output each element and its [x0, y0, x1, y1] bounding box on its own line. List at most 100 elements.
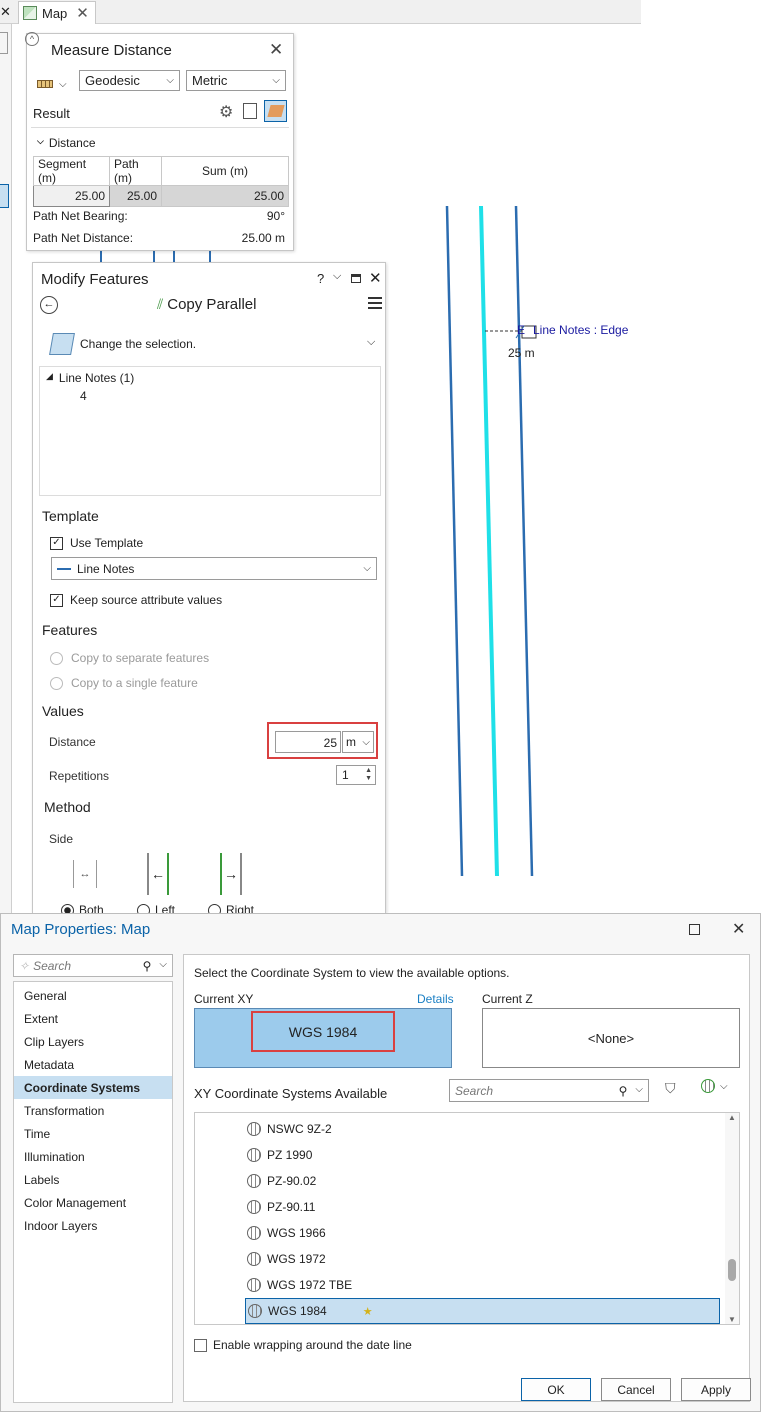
- menu-icon[interactable]: [368, 297, 382, 311]
- repetitions-value: 1: [342, 768, 349, 782]
- back-icon[interactable]: ←: [40, 296, 58, 314]
- close-icon[interactable]: ✕: [0, 4, 11, 22]
- scroll-up-icon[interactable]: ▲: [725, 1113, 739, 1122]
- cs-item-label: WGS 1984: [268, 1304, 327, 1318]
- chevron-down-icon[interactable]: ⌵: [159, 959, 167, 973]
- cs-item[interactable]: WGS 1972 TBE: [195, 1272, 739, 1298]
- cs-item-selected[interactable]: WGS 1984 ★: [245, 1298, 720, 1324]
- maximize-icon[interactable]: [689, 924, 700, 935]
- chevron-down-icon: ⌵: [272, 75, 280, 86]
- collapse-icon[interactable]: ^: [25, 32, 39, 46]
- close-icon[interactable]: ✕: [269, 40, 283, 60]
- details-link[interactable]: Details: [417, 992, 454, 1006]
- copy-single-radio[interactable]: Copy to a single feature: [50, 676, 198, 690]
- close-icon[interactable]: ✕: [369, 269, 382, 287]
- tree-item[interactable]: 4: [80, 389, 87, 403]
- scroll-thumb[interactable]: [728, 1259, 736, 1281]
- chevron-down-icon[interactable]: ⌵: [367, 336, 375, 349]
- cs-item[interactable]: PZ-90.11: [195, 1194, 739, 1220]
- tree-group-label: Line Notes (1): [58, 371, 135, 385]
- header-segment: Segment (m): [33, 156, 110, 186]
- chevron-down-icon: ⌵: [37, 136, 44, 146]
- template-select[interactable]: Line Notes ⌵: [51, 557, 377, 580]
- mode-select[interactable]: Geodesic ⌵: [79, 70, 180, 91]
- cancel-button[interactable]: Cancel: [601, 1378, 671, 1401]
- close-icon[interactable]: ✕: [76, 4, 89, 22]
- instruction-text: Select the Coordinate System to view the…: [194, 966, 510, 980]
- copy-icon[interactable]: [243, 103, 257, 119]
- side-both-icon: ↔: [73, 860, 97, 888]
- checkbox-icon: [194, 1338, 207, 1352]
- apply-button[interactable]: Apply: [681, 1378, 751, 1401]
- nav-list: General Extent Clip Layers Metadata Coor…: [13, 981, 173, 1403]
- cs-item[interactable]: WGS 1966: [195, 1220, 739, 1246]
- change-selection-text[interactable]: Change the selection.: [80, 337, 196, 351]
- current-z-value[interactable]: <None>: [482, 1008, 740, 1068]
- units-select[interactable]: Metric ⌵: [186, 70, 286, 91]
- nav-search[interactable]: ✧ Search ⚲ ⌵: [13, 954, 173, 977]
- cs-item[interactable]: PZ-90.02: [195, 1168, 739, 1194]
- nav-coordinate-systems[interactable]: Coordinate Systems: [14, 1076, 172, 1099]
- nav-extent[interactable]: Extent: [14, 1007, 172, 1030]
- favorite-star-icon[interactable]: ★: [363, 1305, 373, 1318]
- keep-source-checkbox[interactable]: ✓ Keep source attribute values: [50, 593, 222, 607]
- available-search-placeholder: Search: [455, 1083, 494, 1098]
- cs-item[interactable]: PZ 1990: [195, 1142, 739, 1168]
- bearing-value: 90°: [266, 209, 285, 223]
- close-icon[interactable]: ✕: [732, 919, 745, 939]
- cs-list: NSWC 9Z-2 PZ 1990 PZ-90.02 PZ-90.11 WGS …: [194, 1112, 740, 1325]
- net-distance-value: 25.00 m: [241, 231, 285, 245]
- repetitions-stepper[interactable]: 1 ▲ ▼: [336, 765, 376, 785]
- dialog-title: Map Properties: Map: [11, 921, 151, 938]
- nav-color-management[interactable]: Color Management: [14, 1191, 172, 1214]
- nav-metadata[interactable]: Metadata: [14, 1053, 172, 1076]
- sparkle-icon: ✧: [19, 958, 30, 973]
- copy-separate-radio[interactable]: Copy to separate features: [50, 651, 209, 665]
- cs-item[interactable]: NSWC 9Z-2: [195, 1116, 739, 1142]
- mode-value: Geodesic: [85, 73, 140, 88]
- filter-icon[interactable]: ⛉: [665, 1080, 681, 1098]
- search-icon[interactable]: ⚲: [619, 1084, 628, 1098]
- tree-group[interactable]: ◢ Line Notes (1): [46, 371, 134, 385]
- value-sum: 25.00: [161, 185, 289, 207]
- pane-handle[interactable]: [0, 32, 8, 54]
- use-template-checkbox[interactable]: ✓ Use Template: [50, 536, 143, 550]
- nav-clip-layers[interactable]: Clip Layers: [14, 1030, 172, 1053]
- value-path: 25.00: [109, 185, 162, 207]
- scroll-down-icon[interactable]: ▼: [728, 1315, 736, 1324]
- nav-transformation[interactable]: Transformation: [14, 1099, 172, 1122]
- add-coordinate-system-button[interactable]: ⌵: [701, 1079, 728, 1093]
- measure-table: Segment (m) Path (m) Sum (m) 25.00 25.00…: [33, 156, 289, 207]
- pane-selection[interactable]: [0, 184, 9, 208]
- nav-indoor-layers[interactable]: Indoor Layers: [14, 1214, 172, 1237]
- cs-item[interactable]: WGS 1972: [195, 1246, 739, 1272]
- side-right-icon: →: [220, 853, 242, 895]
- result-label: Result: [33, 106, 70, 121]
- maximize-icon[interactable]: [351, 274, 361, 283]
- help-icon[interactable]: ?: [317, 271, 324, 286]
- side-left-icon: ←: [147, 853, 169, 895]
- tab-map[interactable]: Map ✕: [18, 1, 96, 24]
- chevron-down-icon: ⌵: [720, 1080, 728, 1092]
- search-icon[interactable]: ⚲: [143, 959, 152, 973]
- display-toggle[interactable]: [264, 100, 287, 122]
- globe-icon: [247, 1122, 261, 1136]
- ok-button[interactable]: OK: [521, 1378, 591, 1401]
- chevron-down-icon[interactable]: ⌵: [635, 1084, 643, 1098]
- layers-icon: [266, 105, 285, 117]
- distance-group[interactable]: ⌵ Distance: [37, 136, 96, 150]
- nav-general[interactable]: General: [14, 984, 172, 1007]
- map-icon: [23, 6, 37, 20]
- nav-labels[interactable]: Labels: [14, 1168, 172, 1191]
- wrap-dateline-checkbox[interactable]: Enable wrapping around the date line: [194, 1338, 412, 1352]
- settings-icon[interactable]: ⚙: [219, 102, 233, 122]
- distance-unit-select[interactable]: m ⌵: [342, 731, 374, 753]
- available-search[interactable]: Search ⚲ ⌵: [449, 1079, 649, 1102]
- measure-type-dropdown[interactable]: ⌵: [37, 76, 73, 92]
- chevron-down-icon[interactable]: ⌵: [333, 270, 341, 283]
- scrollbar[interactable]: ▲ ▼: [725, 1113, 739, 1324]
- distance-input[interactable]: 25: [275, 731, 341, 753]
- stepper-arrows-icon[interactable]: ▲ ▼: [365, 767, 375, 783]
- nav-illumination[interactable]: Illumination: [14, 1145, 172, 1168]
- nav-time[interactable]: Time: [14, 1122, 172, 1145]
